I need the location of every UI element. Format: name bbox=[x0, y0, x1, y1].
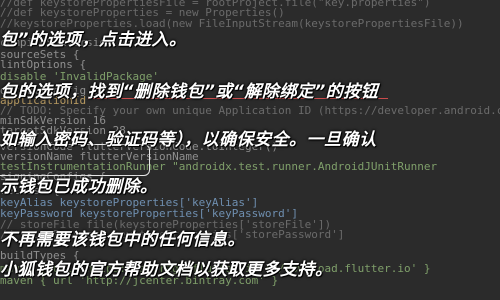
overlay-instruction-text: 示钱包已成功删除。 bbox=[0, 177, 158, 197]
overlay-instruction-text: 包的选项，找到“删除钱包”或“解除绑定”的按钮 bbox=[0, 82, 379, 102]
overlay-instruction-text: 不再需要该钱包中的任何信息。 bbox=[0, 230, 245, 250]
overlay-instruction-text: 包”的选项，点击进入。 bbox=[0, 30, 187, 50]
code-line: //keystoreProperties.load(new FileInputS… bbox=[0, 17, 464, 30]
overlay-instruction-text: 小狐钱包的官方帮助文档以获取更多支持。 bbox=[0, 260, 333, 280]
overlay-instruction-text: 如输入密码、验证码等），以确保安全。一旦确认 bbox=[0, 130, 377, 150]
